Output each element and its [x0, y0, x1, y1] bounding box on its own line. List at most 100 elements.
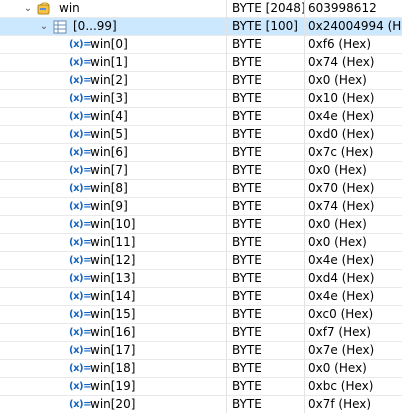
name-cell: (x)= win[16]	[0, 324, 226, 341]
element-name: win[0]	[90, 37, 128, 51]
tree-row-win[interactable]: ⌄ win BYTE [2048] 603998612	[0, 0, 402, 18]
tree-row-item[interactable]: (x)= win[9] BYTE 0x74 (Hex)	[0, 198, 402, 216]
tree-row-item[interactable]: (x)= win[6] BYTE 0x7c (Hex)	[0, 144, 402, 162]
variable-icon: (x)=	[69, 381, 91, 392]
type-cell: BYTE	[232, 343, 262, 357]
variable-icon: (x)=	[69, 147, 91, 158]
tree-row-item[interactable]: (x)= win[3] BYTE 0x10 (Hex)	[0, 90, 402, 108]
column-divider[interactable]	[226, 0, 227, 413]
tree-row-item[interactable]: (x)= win[17] BYTE 0x7e (Hex)	[0, 342, 402, 360]
type-cell: BYTE	[232, 163, 262, 177]
variable-icon: (x)=	[69, 345, 91, 356]
variable-icon: (x)=	[69, 237, 91, 248]
type-cell: BYTE	[232, 91, 262, 105]
type-cell: BYTE	[232, 37, 262, 51]
tree-row-item[interactable]: (x)= win[16] BYTE 0xf7 (Hex)	[0, 324, 402, 342]
type-cell: BYTE	[232, 145, 262, 159]
variable-icon: (x)=	[69, 399, 91, 410]
chevron-down-icon[interactable]: ⌄	[38, 18, 50, 35]
value-cell: 0xf6 (Hex)	[308, 37, 372, 51]
element-name: win[16]	[90, 325, 136, 339]
name-cell: (x)= win[3]	[0, 90, 226, 107]
variable-icon: (x)=	[69, 57, 91, 68]
tree-row-item[interactable]: (x)= win[11] BYTE 0x0 (Hex)	[0, 234, 402, 252]
name-cell: (x)= win[18]	[0, 360, 226, 377]
tree-row-item[interactable]: (x)= win[5] BYTE 0xd0 (Hex)	[0, 126, 402, 144]
element-name: win[8]	[90, 181, 128, 195]
type-cell: BYTE	[232, 109, 262, 123]
tree-row-item[interactable]: (x)= win[8] BYTE 0x70 (Hex)	[0, 180, 402, 198]
type-cell: BYTE	[232, 127, 262, 141]
name-cell: (x)= win[1]	[0, 54, 226, 71]
tree-row-item[interactable]: (x)= win[19] BYTE 0xbc (Hex)	[0, 378, 402, 396]
element-name: win[18]	[90, 361, 136, 375]
element-name: win[3]	[90, 91, 128, 105]
element-name: win[7]	[90, 163, 128, 177]
name-cell: (x)= win[8]	[0, 180, 226, 197]
tree-row-item[interactable]: (x)= win[14] BYTE 0x4e (Hex)	[0, 288, 402, 306]
value-cell: 0x0 (Hex)	[308, 361, 367, 375]
tree-row-item[interactable]: (x)= win[0] BYTE 0xf6 (Hex)	[0, 36, 402, 54]
name-cell: (x)= win[10]	[0, 216, 226, 233]
tree-row-item[interactable]: (x)= win[4] BYTE 0x4e (Hex)	[0, 108, 402, 126]
element-name: win[19]	[90, 379, 136, 393]
element-name: win[6]	[90, 145, 128, 159]
value-cell: 0x0 (Hex)	[308, 235, 367, 249]
type-cell: BYTE	[232, 181, 262, 195]
column-divider[interactable]	[304, 0, 305, 413]
value-cell: 0x0 (Hex)	[308, 217, 367, 231]
name-cell: (x)= win[0]	[0, 36, 226, 53]
name-cell: (x)= win[12]	[0, 252, 226, 269]
type-cell: BYTE	[232, 307, 262, 321]
element-name: win[2]	[90, 73, 128, 87]
variables-tree: ⌄ win BYTE [2048] 603998612 ⌄ [0...99] B…	[0, 0, 402, 413]
tree-row-item[interactable]: (x)= win[1] BYTE 0x74 (Hex)	[0, 54, 402, 72]
type-cell: BYTE	[232, 289, 262, 303]
value-cell: 0xc0 (Hex)	[308, 307, 374, 321]
range-name: [0...99]	[73, 19, 117, 33]
element-name: win[14]	[90, 289, 136, 303]
value-cell: 0x4e (Hex)	[308, 253, 375, 267]
tree-row-item[interactable]: (x)= win[20] BYTE 0x7f (Hex)	[0, 396, 402, 413]
element-name: win[12]	[90, 253, 136, 267]
tree-row-item[interactable]: (x)= win[10] BYTE 0x0 (Hex)	[0, 216, 402, 234]
tree-row-item[interactable]: (x)= win[18] BYTE 0x0 (Hex)	[0, 360, 402, 378]
element-name: win[17]	[90, 343, 136, 357]
type-cell: BYTE	[232, 73, 262, 87]
value-cell: 0x7e (Hex)	[308, 343, 375, 357]
variable-icon: (x)=	[69, 273, 91, 284]
value-cell: 0x74 (Hex)	[308, 199, 375, 213]
value-cell: 0x4e (Hex)	[308, 289, 375, 303]
tree-row-range[interactable]: ⌄ [0...99] BYTE [100] 0x24004994 (Hex)	[0, 18, 402, 36]
type-cell: BYTE	[232, 361, 262, 375]
tree-row-item[interactable]: (x)= win[7] BYTE 0x0 (Hex)	[0, 162, 402, 180]
tree-row-item[interactable]: (x)= win[12] BYTE 0x4e (Hex)	[0, 252, 402, 270]
variable-icon: (x)=	[69, 255, 91, 266]
variable-icon: (x)=	[69, 201, 91, 212]
type-cell: BYTE	[232, 235, 262, 249]
element-name: win[20]	[90, 397, 136, 411]
variable-icon: (x)=	[69, 75, 91, 86]
tree-row-item[interactable]: (x)= win[15] BYTE 0xc0 (Hex)	[0, 306, 402, 324]
element-name: win[11]	[90, 235, 136, 249]
tree-row-item[interactable]: (x)= win[2] BYTE 0x0 (Hex)	[0, 72, 402, 90]
name-cell: (x)= win[5]	[0, 126, 226, 143]
element-name: win[10]	[90, 217, 136, 231]
variable-icon: (x)=	[69, 219, 91, 230]
type-cell: BYTE	[232, 379, 262, 393]
chevron-down-icon[interactable]: ⌄	[22, 0, 34, 17]
value-cell: 0x7c (Hex)	[308, 145, 374, 159]
type-cell: BYTE [100]	[232, 19, 298, 33]
element-name: win[5]	[90, 127, 128, 141]
pointer-struct-icon	[37, 2, 50, 15]
variable-icon: (x)=	[69, 363, 91, 374]
name-cell: (x)= win[13]	[0, 270, 226, 287]
variable-icon: (x)=	[69, 39, 91, 50]
variable-icon: (x)=	[69, 111, 91, 122]
element-name: win[9]	[90, 199, 128, 213]
variable-icon: (x)=	[69, 309, 91, 320]
tree-row-item[interactable]: (x)= win[13] BYTE 0xd4 (Hex)	[0, 270, 402, 288]
value-cell: 603998612	[308, 1, 377, 15]
value-cell: 0x74 (Hex)	[308, 55, 375, 69]
variable-icon: (x)=	[69, 291, 91, 302]
